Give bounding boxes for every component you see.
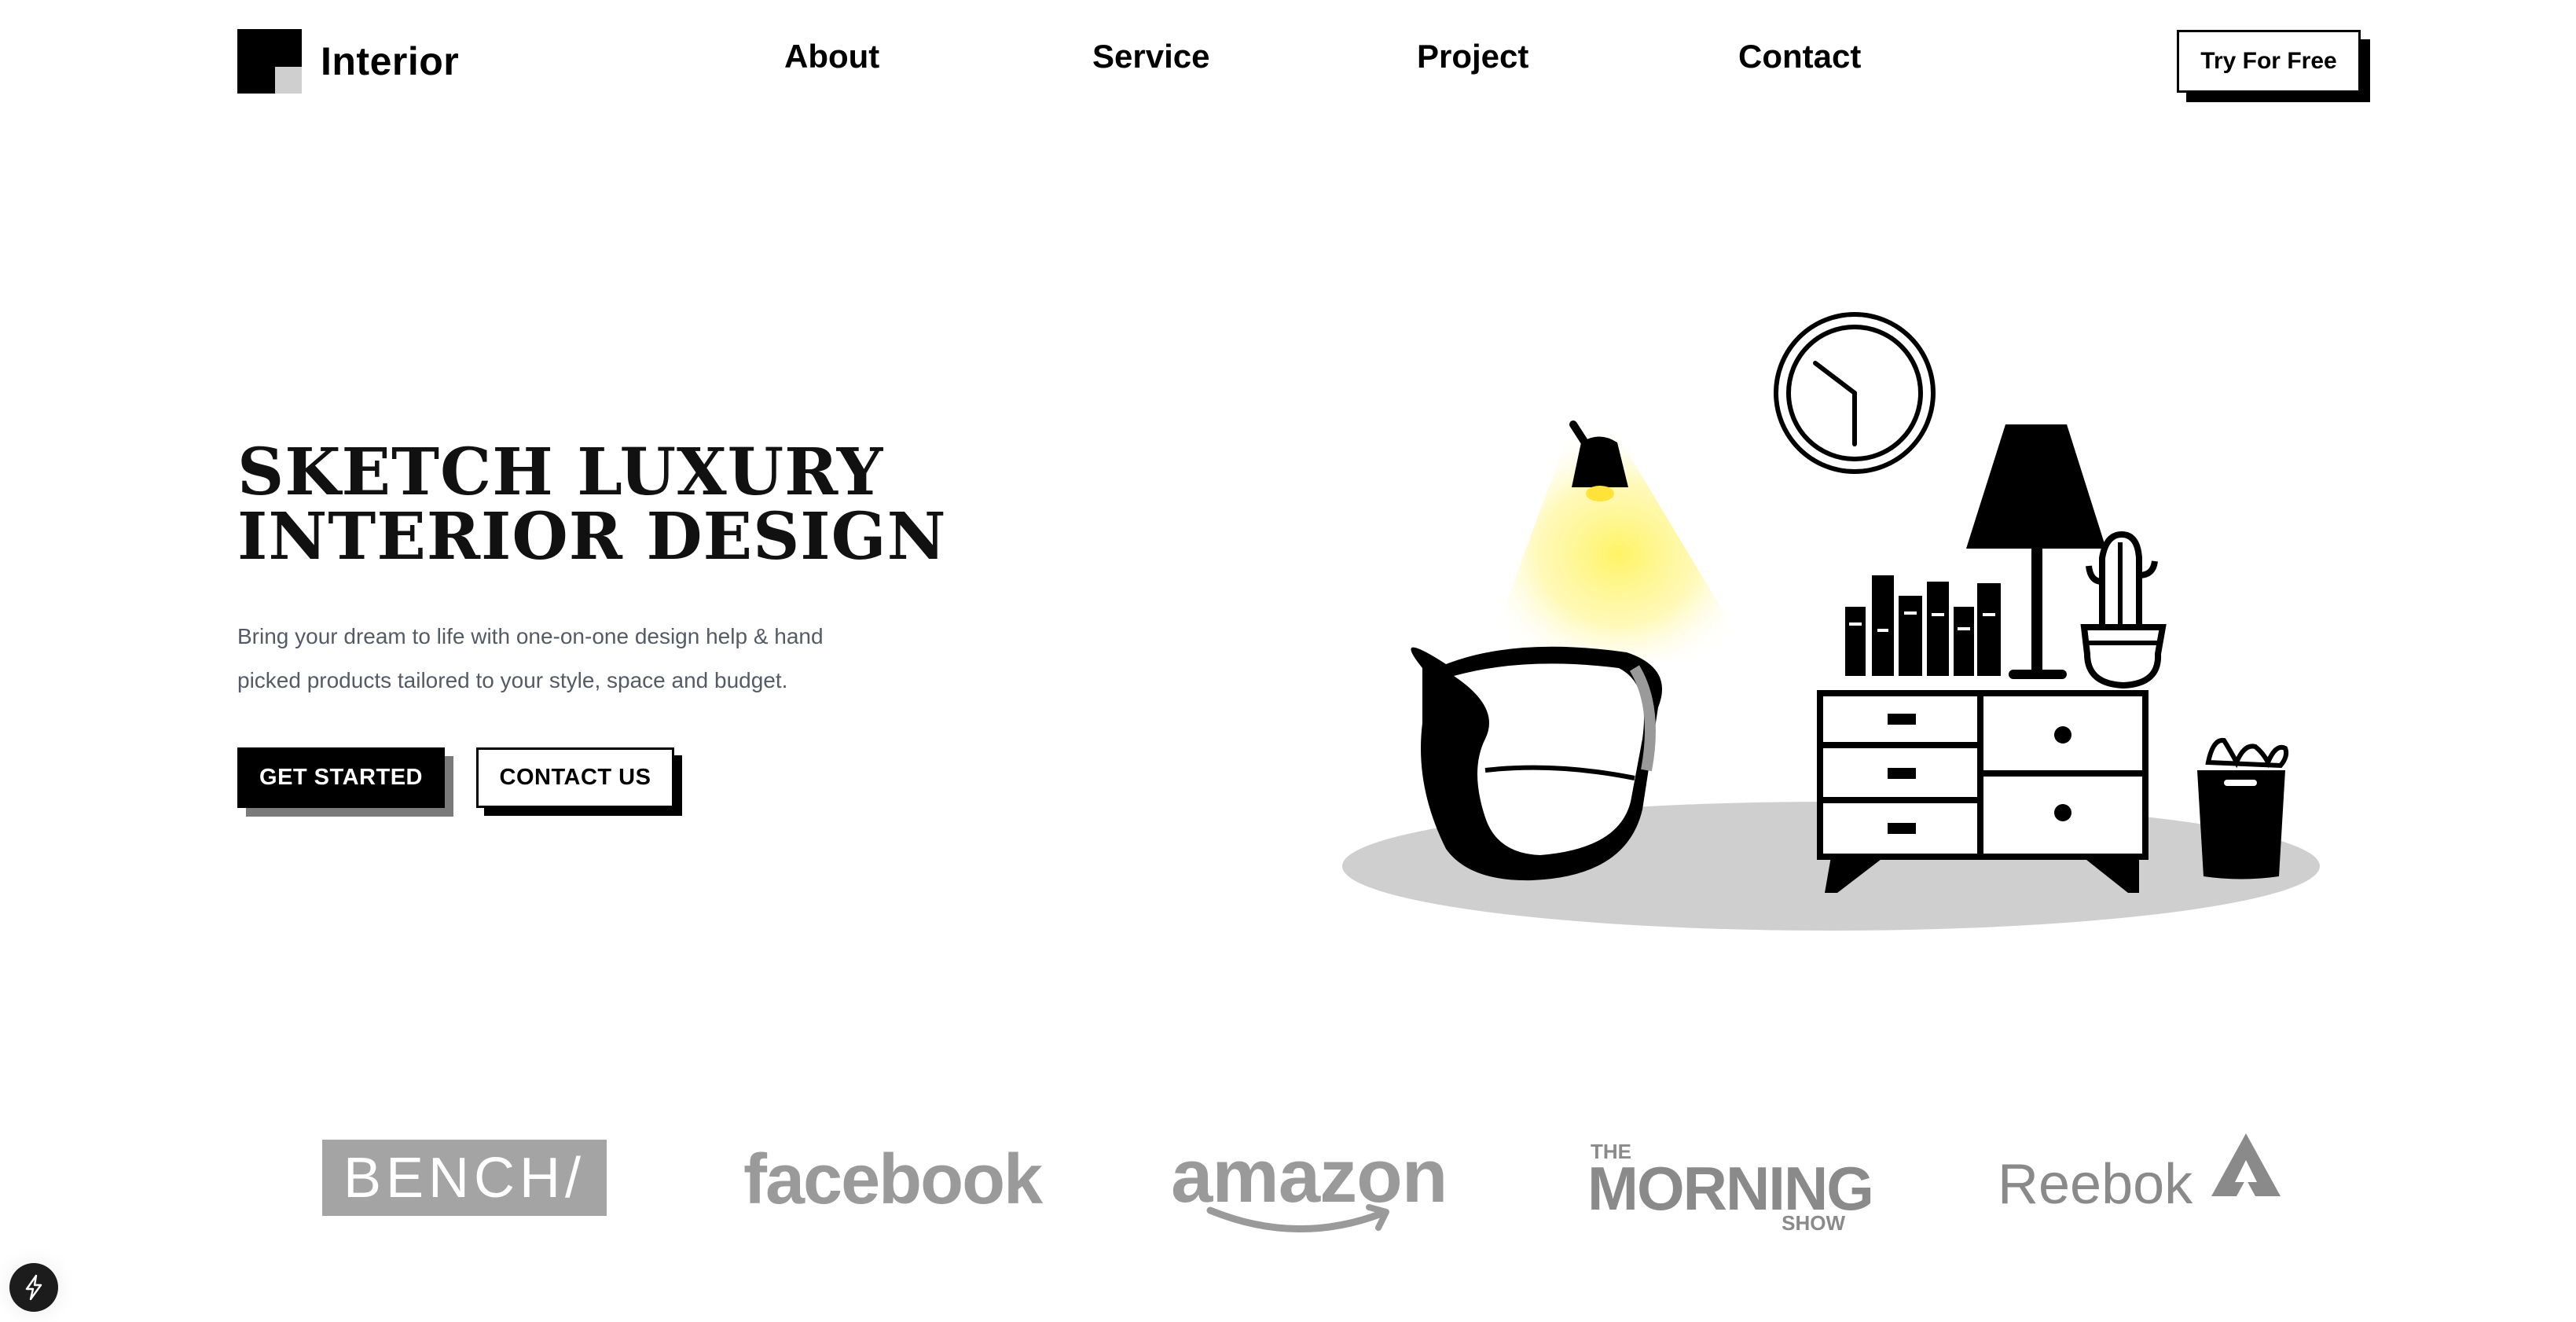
cactus-plant-icon bbox=[2080, 531, 2167, 689]
bench-logo: BENCH/ bbox=[322, 1140, 607, 1216]
wall-clock-icon bbox=[1774, 312, 1936, 474]
nav-link-service[interactable]: Service bbox=[1092, 38, 1209, 75]
try-for-free-button[interactable]: Try For Free bbox=[2177, 30, 2361, 93]
partner-logos: BENCH/ facebook amazon THE MORNING SHOW … bbox=[0, 1116, 2576, 1242]
facebook-logo: facebook bbox=[743, 1140, 1043, 1219]
morning-show-main: MORNING bbox=[1587, 1154, 1874, 1223]
hero-title-line-1: SKETCH LUXURY bbox=[237, 435, 884, 510]
contact-us-button[interactable]: CONTACT US bbox=[476, 747, 674, 808]
logo-square-accent bbox=[275, 67, 302, 94]
books-icon bbox=[1845, 575, 2001, 676]
nav-link-contact[interactable]: Contact bbox=[1738, 38, 1861, 75]
hero-description: Bring your dream to life with one-on-one… bbox=[237, 615, 882, 703]
lightning-icon[interactable] bbox=[9, 1263, 58, 1312]
hero-description-line-2: picked products tailored to your style, … bbox=[237, 668, 788, 692]
logo-square-icon bbox=[237, 29, 302, 94]
hero-description-line-1: Bring your dream to life with one-on-one… bbox=[237, 624, 824, 648]
hero-title-line-2: INTERIOR DESIGN bbox=[237, 499, 947, 575]
morning-show-show: SHOW bbox=[1782, 1211, 1845, 1235]
reebok-logo: Reebok bbox=[1998, 1133, 2281, 1220]
interior-illustration bbox=[1342, 312, 2320, 931]
reebok-delta-icon bbox=[2211, 1133, 2281, 1196]
trash-bin-icon bbox=[2197, 737, 2289, 879]
top-navigation: Interior About Service Project Contact T… bbox=[0, 0, 2576, 126]
reebok-logo-text: Reebok bbox=[1998, 1153, 2193, 1216]
hero-title: SKETCH LUXURY INTERIOR DESIGN bbox=[237, 440, 947, 569]
brand-link[interactable]: Interior bbox=[237, 29, 459, 94]
brand-name: Interior bbox=[321, 39, 460, 83]
get-started-button[interactable]: GET STARTED bbox=[237, 747, 445, 808]
armchair-icon bbox=[1411, 646, 1662, 881]
nav-link-about[interactable]: About bbox=[784, 38, 879, 75]
amazon-smile-icon bbox=[1206, 1204, 1389, 1232]
amazon-logo: amazon bbox=[1171, 1133, 1448, 1251]
the-morning-show-logo: THE MORNING SHOW bbox=[1587, 1141, 1874, 1236]
lightning-bolt-glyph bbox=[25, 1274, 42, 1301]
nav-link-project[interactable]: Project bbox=[1417, 38, 1528, 75]
